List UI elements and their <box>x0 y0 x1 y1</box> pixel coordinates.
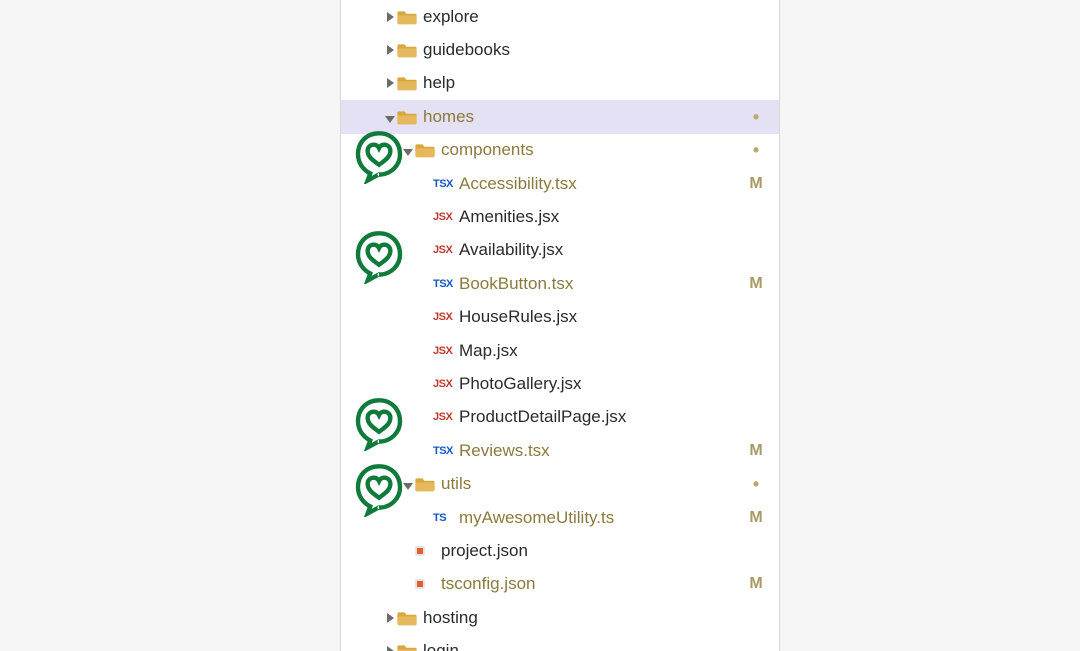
tree-row[interactable]: TSXBookButton.tsxM <box>341 267 779 300</box>
tree-item-label: help <box>423 73 747 93</box>
tree-row[interactable]: hosting <box>341 601 779 634</box>
tree-row[interactable]: help <box>341 67 779 100</box>
tree-item-label: explore <box>423 7 747 27</box>
tree-row[interactable]: components• <box>341 134 779 167</box>
vcs-status-badge: M <box>747 509 765 527</box>
ts-file-icon: TS <box>433 512 459 524</box>
tree-item-label: hosting <box>423 608 747 628</box>
vcs-status-badge: M <box>747 442 765 460</box>
chevron-down-icon <box>401 140 415 160</box>
chevron-right-icon <box>383 7 397 27</box>
folder-icon <box>415 476 441 492</box>
tree-item-label: Availability.jsx <box>459 240 747 260</box>
chevron-right-icon <box>383 608 397 628</box>
file-tree: exploreguidebookshelphomes•components•TS… <box>341 0 779 651</box>
folder-icon <box>397 9 423 25</box>
vcs-dirty-dot-icon: • <box>747 141 765 159</box>
tree-item-label: HouseRules.jsx <box>459 307 747 327</box>
tree-item-label: Amenities.jsx <box>459 207 747 227</box>
tsx-file-icon: TSX <box>433 445 459 457</box>
tree-item-label: components <box>441 140 747 160</box>
tree-row[interactable]: JSXAvailability.jsx <box>341 234 779 267</box>
tree-row[interactable]: tsconfig.jsonM <box>341 568 779 601</box>
json-file-icon <box>415 579 441 589</box>
tree-item-label: Reviews.tsx <box>459 441 747 461</box>
tree-row[interactable]: explore <box>341 0 779 33</box>
tree-row[interactable]: JSXProductDetailPage.jsx <box>341 401 779 434</box>
tree-item-label: Accessibility.tsx <box>459 174 747 194</box>
tree-row[interactable]: JSXHouseRules.jsx <box>341 301 779 334</box>
folder-icon <box>397 75 423 91</box>
chevron-right-icon <box>383 40 397 60</box>
tree-row[interactable]: TSXReviews.tsxM <box>341 434 779 467</box>
tree-item-label: PhotoGallery.jsx <box>459 374 747 394</box>
tree-row[interactable]: TSXAccessibility.tsxM <box>341 167 779 200</box>
tree-row[interactable]: login <box>341 634 779 651</box>
jsx-file-icon: JSX <box>433 411 459 423</box>
tree-item-label: guidebooks <box>423 40 747 60</box>
folder-icon <box>397 109 423 125</box>
jsx-file-icon: JSX <box>433 345 459 357</box>
tree-row[interactable]: homes• <box>341 100 779 133</box>
tsx-file-icon: TSX <box>433 178 459 190</box>
tree-item-label: login <box>423 641 747 651</box>
tree-item-label: Map.jsx <box>459 341 747 361</box>
vcs-dirty-dot-icon: • <box>747 475 765 493</box>
tree-item-label: project.json <box>441 541 747 561</box>
chevron-right-icon <box>383 641 397 651</box>
tree-row[interactable]: JSXMap.jsx <box>341 334 779 367</box>
chevron-right-icon <box>383 73 397 93</box>
jsx-file-icon: JSX <box>433 211 459 223</box>
folder-icon <box>397 610 423 626</box>
tree-row[interactable]: project.json <box>341 534 779 567</box>
vcs-status-badge: M <box>747 575 765 593</box>
tree-item-label: ProductDetailPage.jsx <box>459 407 747 427</box>
vcs-dirty-dot-icon: • <box>747 108 765 126</box>
jsx-file-icon: JSX <box>433 244 459 256</box>
vcs-status-badge: M <box>747 275 765 293</box>
json-file-icon <box>415 546 441 556</box>
jsx-file-icon: JSX <box>433 378 459 390</box>
tree-item-label: homes <box>423 107 747 127</box>
tree-row[interactable]: JSXAmenities.jsx <box>341 200 779 233</box>
folder-icon <box>397 643 423 651</box>
tree-item-label: tsconfig.json <box>441 574 747 594</box>
tree-item-label: myAwesomeUtility.ts <box>459 508 747 528</box>
chevron-down-icon <box>401 474 415 494</box>
chevron-down-icon <box>383 107 397 127</box>
tree-row[interactable]: guidebooks <box>341 33 779 66</box>
tree-row[interactable]: JSXPhotoGallery.jsx <box>341 367 779 400</box>
vcs-status-badge: M <box>747 175 765 193</box>
tree-item-label: utils <box>441 474 747 494</box>
folder-icon <box>397 42 423 58</box>
tree-row[interactable]: TSmyAwesomeUtility.tsM <box>341 501 779 534</box>
tree-item-label: BookButton.tsx <box>459 274 747 294</box>
tree-row[interactable]: utils• <box>341 467 779 500</box>
file-explorer-panel: exploreguidebookshelphomes•components•TS… <box>340 0 780 651</box>
folder-icon <box>415 142 441 158</box>
tsx-file-icon: TSX <box>433 278 459 290</box>
jsx-file-icon: JSX <box>433 311 459 323</box>
